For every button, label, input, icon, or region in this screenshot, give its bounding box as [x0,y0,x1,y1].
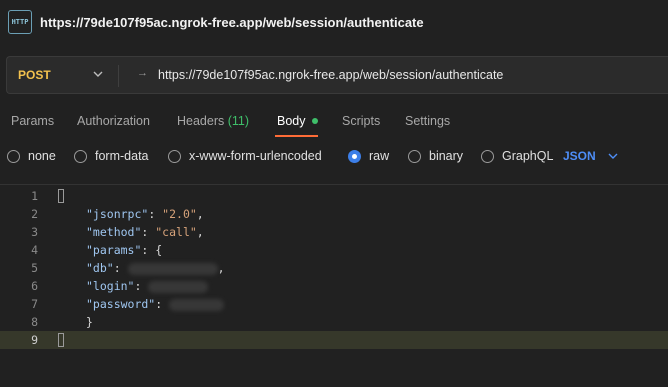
code-content: "db": , [86,261,225,275]
radio-label: binary [429,149,464,163]
chevron-down-icon [608,153,618,159]
line-number: 1 [31,189,38,203]
divider [118,65,119,87]
tab-scripts[interactable]: Scripts [342,114,380,128]
url-input[interactable]: https://79de107f95ac.ngrok-free.app/web/… [158,68,503,82]
line-number: 4 [31,243,38,257]
code-line-active[interactable]: 9 [0,331,668,349]
code-content: "params": { [86,243,163,257]
code-editor[interactable]: 1 2 "jsonrpc": "2.0", 3 "method": "call"… [0,184,668,387]
radio-button[interactable] [481,149,494,163]
title-bar: HTTP https://79de107f95ac.ngrok-free.app… [0,0,668,44]
chevron-down-icon[interactable] [91,67,105,81]
active-tab-indicator [275,135,318,137]
http-request-icon: HTTP [8,10,32,34]
headers-count: (11) [227,114,250,128]
line-number: 6 [31,279,38,293]
code-line[interactable]: 2 "jsonrpc": "2.0", [0,205,668,223]
code-line[interactable]: 3 "method": "call", [0,223,668,241]
method-select[interactable]: POST [18,68,51,82]
radio-label: x-www-form-urlencoded [189,149,322,163]
code-line[interactable]: 4 "params": { [0,241,668,259]
format-select[interactable]: JSON [563,149,618,163]
radio-form-data[interactable]: form-data [74,149,149,163]
tab-authorization[interactable]: Authorization [77,114,150,128]
code-line[interactable]: 7 "password": [0,295,668,313]
radio-graphql[interactable]: GraphQL [481,149,553,163]
body-type-selector: none form-data x-www-form-urlencoded raw… [0,146,668,168]
tab-headers[interactable]: Headers (11) [177,114,249,128]
radio-button[interactable] [7,149,20,163]
code-line[interactable]: 1 [0,187,668,205]
redacted-value [148,280,209,293]
cursor-bracket [58,189,64,203]
code-line[interactable]: 8 } [0,313,668,331]
tab-settings[interactable]: Settings [405,114,450,128]
radio-label: raw [369,149,390,163]
tab-params[interactable]: Params [11,114,54,128]
line-number: 5 [31,261,38,275]
radio-label: form-data [95,149,149,163]
modified-dot-icon [311,117,318,124]
code-content: "login": [86,279,209,293]
radio-label: GraphQL [502,149,554,163]
code-line[interactable]: 5 "db": , [0,259,668,277]
request-bar: POST → https://79de107f95ac.ngrok-free.a… [6,56,668,94]
line-number: 8 [31,315,38,329]
cursor-bracket [58,333,64,347]
radio-none[interactable]: none [7,149,56,163]
redacted-value [169,298,225,311]
line-number: 3 [31,225,38,239]
radio-button-checked[interactable] [348,149,361,163]
line-number: 2 [31,207,38,221]
radio-binary[interactable]: binary [408,149,463,163]
line-number: 7 [31,297,38,311]
code-content: "password": [86,297,225,311]
format-label: JSON [563,149,596,163]
radio-raw[interactable]: raw [348,149,389,163]
line-number: 9 [31,333,38,347]
request-tabs: Params Authorization Headers (11) Body S… [0,110,668,138]
radio-button[interactable] [74,149,87,163]
redacted-value [127,262,218,275]
tab-headers-label: Headers [177,114,225,128]
http-badge-text: HTTP [11,18,29,26]
code-content: } [86,315,93,329]
tab-body-label: Body [277,114,306,128]
radio-button[interactable] [408,149,421,163]
arrow-right-icon: → [137,67,148,79]
code-content: "jsonrpc": "2.0", [86,207,204,221]
code-content: "method": "call", [86,225,204,239]
code-line[interactable]: 6 "login": [0,277,668,295]
radio-label: none [28,149,56,163]
tab-body[interactable]: Body [277,114,318,128]
request-title[interactable]: https://79de107f95ac.ngrok-free.app/web/… [40,15,424,30]
radio-button[interactable] [168,149,181,163]
radio-x-www-form-urlencoded[interactable]: x-www-form-urlencoded [168,149,322,163]
